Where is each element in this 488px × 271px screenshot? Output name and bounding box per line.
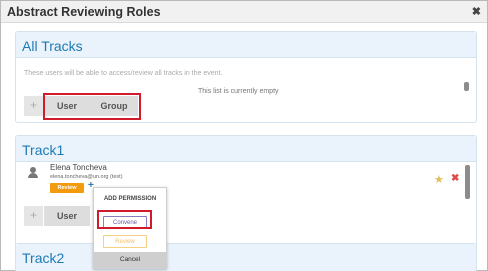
track1-add-buttons: + User bbox=[24, 206, 90, 226]
scrollbar-thumb[interactable] bbox=[464, 82, 469, 91]
all-tracks-section: All Tracks These users will be able to a… bbox=[15, 31, 477, 123]
user-email: elena.toncheva@un.org (test) bbox=[50, 174, 123, 180]
add-plus-icon: + bbox=[24, 206, 44, 226]
highlight-user-group-box bbox=[43, 93, 141, 120]
cancel-button[interactable]: Cancel bbox=[94, 252, 166, 268]
remove-user-icon[interactable]: ✖ bbox=[451, 173, 459, 184]
all-tracks-title: All Tracks bbox=[16, 32, 476, 58]
track1-section: Track1 Elena Toncheva elena.toncheva@un.… bbox=[15, 135, 477, 253]
review-button[interactable]: Review bbox=[103, 235, 147, 248]
close-icon[interactable]: ✖ bbox=[472, 5, 481, 18]
star-icon[interactable]: ★ bbox=[434, 173, 444, 186]
user-name: Elena Toncheva bbox=[50, 163, 107, 172]
dialog-titlebar: Abstract Reviewing Roles ✖ bbox=[1, 1, 487, 23]
abstract-reviewing-roles-dialog: Abstract Reviewing Roles ✖ All Tracks Th… bbox=[0, 0, 488, 271]
review-role-badge[interactable]: Review bbox=[50, 183, 84, 193]
scrollbar-thumb[interactable] bbox=[465, 165, 470, 199]
user-icon bbox=[28, 167, 38, 178]
all-tracks-hint: These users will be able to access/revie… bbox=[24, 70, 223, 77]
dialog-title: Abstract Reviewing Roles bbox=[7, 5, 161, 19]
add-plus-icon: + bbox=[24, 96, 44, 116]
add-permission-heading: ADD PERMISSION bbox=[103, 196, 157, 202]
track2-section: Track2 bbox=[15, 243, 477, 271]
track1-title: Track1 bbox=[16, 136, 476, 162]
empty-list-message: This list is currently empty bbox=[198, 88, 279, 95]
add-user-button[interactable]: User bbox=[44, 206, 90, 226]
dialog-body: All Tracks These users will be able to a… bbox=[1, 24, 487, 271]
highlight-convene-box bbox=[97, 210, 152, 229]
track2-title: Track2 bbox=[16, 244, 476, 271]
